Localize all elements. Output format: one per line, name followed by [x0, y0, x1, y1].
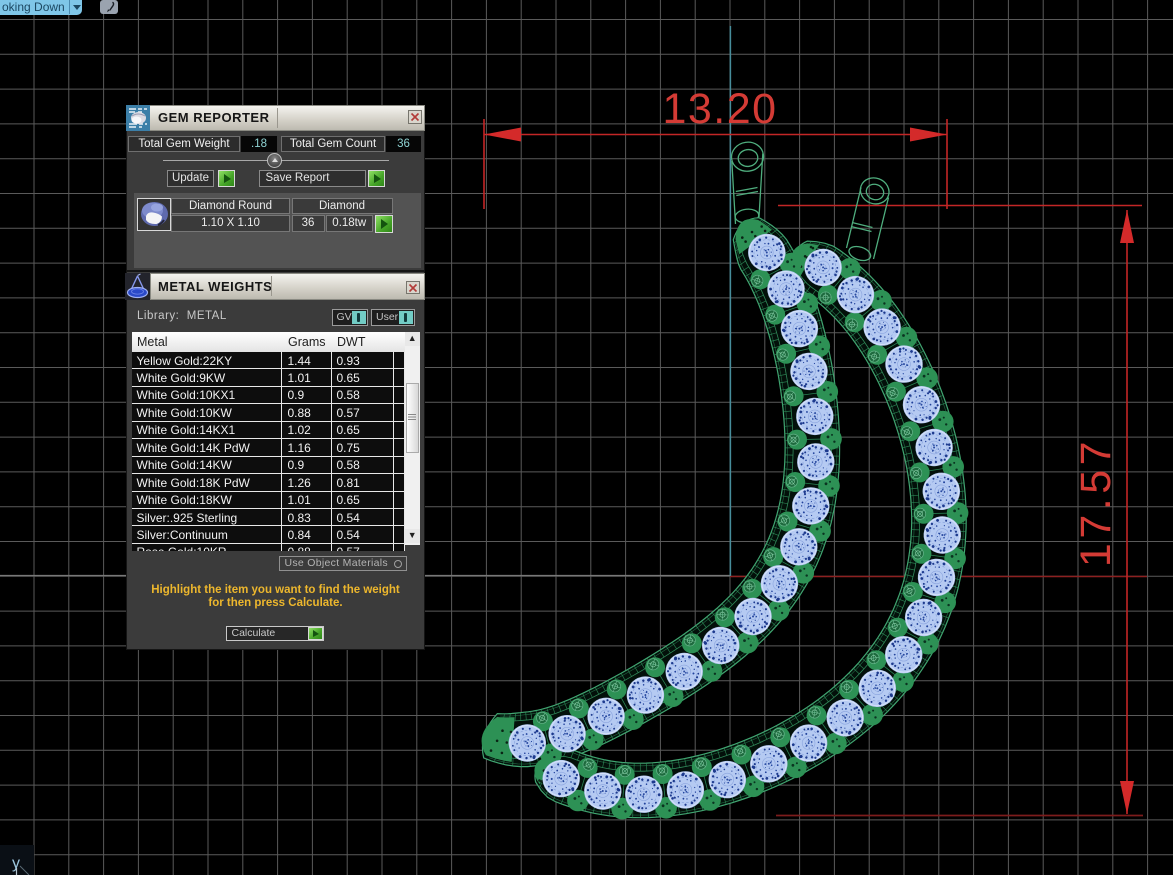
- svg-text:13.20: 13.20: [662, 85, 777, 133]
- svg-text:17.57: 17.57: [1072, 437, 1120, 567]
